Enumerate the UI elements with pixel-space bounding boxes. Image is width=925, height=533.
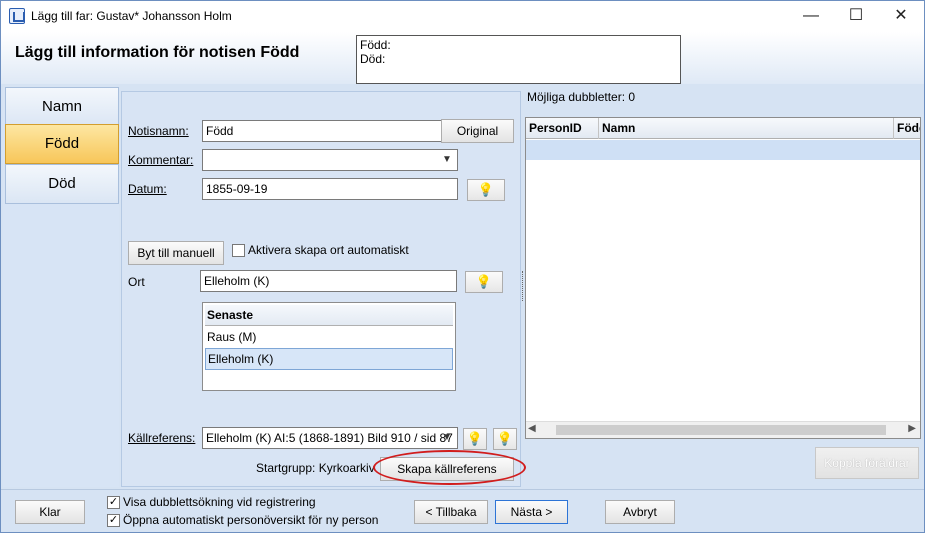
summary-line-fodd: Född: <box>360 38 391 52</box>
visa-dubblett-checkbox[interactable]: ✓ <box>107 496 120 509</box>
scroll-left-icon[interactable]: ◀ <box>528 423 536 434</box>
kallreferens-value: Elleholm (K) AI:5 (1868-1891) Bild 910 /… <box>206 431 453 445</box>
byt-till-manuell-button[interactable]: Byt till manuell <box>128 241 224 265</box>
aktivera-checkbox[interactable] <box>232 244 245 257</box>
avbryt-button[interactable]: Avbryt <box>605 500 675 524</box>
senaste-header: Senaste <box>205 305 453 326</box>
close-button[interactable]: ✕ <box>878 1 924 32</box>
bottom-bar: Klar ✓ Visa dubblettsökning vid registre… <box>1 489 924 532</box>
startgrupp-text: Startgrupp: Kyrkoarkiv <box>256 461 375 475</box>
kallreferens-combo[interactable]: Elleholm (K) AI:5 (1868-1891) Bild 910 /… <box>202 427 458 449</box>
original-button[interactable]: Original <box>441 119 514 143</box>
title-bar: Lägg till far: Gustav* Johansson Holm — … <box>1 1 924 32</box>
list-item[interactable]: Raus (M) <box>205 326 453 348</box>
scroll-right-icon[interactable]: ▶ <box>908 423 916 434</box>
tillbaka-button[interactable]: < Tillbaka <box>414 500 488 524</box>
lightbulb-icon[interactable]: 💡 <box>467 179 505 201</box>
notisnamn-value: Född <box>206 124 234 138</box>
left-nav: Namn Född Död <box>3 87 119 487</box>
kommentar-label: Kommentar: <box>128 153 194 167</box>
form-panel: Notisnamn: Född ▼ Original Kommentar: ▼ … <box>121 91 521 487</box>
dialog-window: Lägg till far: Gustav* Johansson Holm — … <box>0 0 925 533</box>
summary-line-dod: Död: <box>360 52 386 66</box>
column-fodd[interactable]: Född <box>894 118 920 139</box>
column-namn[interactable]: Namn <box>599 118 894 139</box>
nasta-button[interactable]: Nästa > <box>495 500 568 524</box>
ort-label: Ort <box>128 275 145 289</box>
app-icon <box>9 8 25 24</box>
page-title: Lägg till information för notisen Född <box>15 44 300 61</box>
scroll-thumb[interactable] <box>556 425 886 435</box>
nav-item-fodd[interactable]: Född <box>5 124 119 164</box>
aktivera-label: Aktivera skapa ort automatiskt <box>248 243 409 257</box>
horizontal-scrollbar[interactable]: ◀ ▶ <box>526 421 920 438</box>
window-title: Lägg till far: Gustav* Johansson Holm <box>31 9 232 23</box>
lightbulb-off-icon[interactable]: 💡 <box>493 428 517 450</box>
highlight-ellipse <box>373 450 526 485</box>
notisnamn-combo[interactable]: Född ▼ <box>202 120 458 142</box>
table-row[interactable] <box>526 140 920 160</box>
oppna-personoversikt-label: Öppna automatiskt personöversikt för ny … <box>123 513 379 527</box>
header-panel: Lägg till information för notisen Född F… <box>1 32 924 84</box>
list-item[interactable]: Elleholm (K) <box>205 348 453 370</box>
chevron-down-icon[interactable]: ▼ <box>439 151 455 169</box>
chevron-down-icon[interactable]: ▼ <box>439 429 455 447</box>
kallreferens-label: Källreferens: <box>128 431 196 445</box>
grid-header: PersonID Namn Född <box>526 118 920 139</box>
koppla-foraldrar-button[interactable]: Koppla föräldrar <box>815 447 919 479</box>
visa-dubblett-label: Visa dubblettsökning vid registrering <box>123 495 316 509</box>
duplicates-panel: Möjliga dubbletter: 0 PersonID Namn Född… <box>525 87 922 487</box>
notisnamn-label: Notisnamn: <box>128 124 189 138</box>
column-personid[interactable]: PersonID <box>526 118 599 139</box>
maximize-button[interactable]: ☐ <box>833 1 879 32</box>
oppna-personoversikt-checkbox[interactable]: ✓ <box>107 514 120 527</box>
datum-input[interactable]: 1855-09-19 <box>202 178 458 200</box>
minimize-button[interactable]: — <box>788 1 834 32</box>
duplicates-grid: PersonID Namn Född ◀ ▶ <box>525 117 921 439</box>
splitter-handle[interactable] <box>522 271 524 301</box>
senaste-list: Senaste Raus (M) Elleholm (K) <box>202 302 456 391</box>
lightbulb-icon[interactable]: 💡 <box>465 271 503 293</box>
ort-input[interactable]: Elleholm (K) <box>200 270 457 292</box>
summary-box: Född: Död: <box>356 35 681 84</box>
kommentar-combo[interactable]: ▼ <box>202 149 458 171</box>
datum-label: Datum: <box>128 182 167 196</box>
nav-item-namn[interactable]: Namn <box>5 87 119 127</box>
klar-button[interactable]: Klar <box>15 500 85 524</box>
lightbulb-icon[interactable]: 💡 <box>463 428 487 450</box>
dubbletter-label: Möjliga dubbletter: 0 <box>527 90 636 104</box>
nav-item-dod[interactable]: Död <box>5 164 119 204</box>
